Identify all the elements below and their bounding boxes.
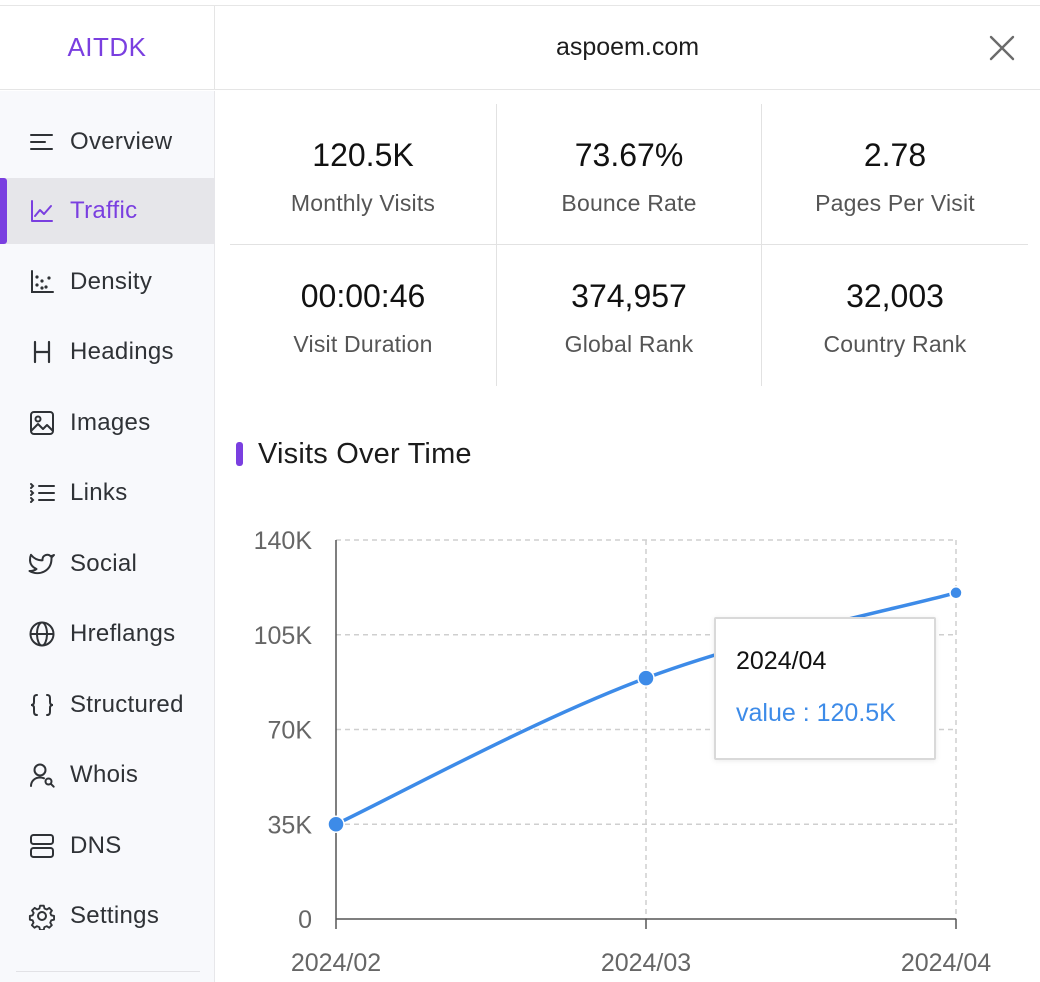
site-domain: aspoem.com bbox=[555, 33, 700, 61]
sidebar-item-settings[interactable]: Settings bbox=[0, 883, 215, 949]
sidebar-item-label: Social bbox=[70, 550, 138, 577]
stat-country-rank: 32,003 Country Rank bbox=[762, 245, 1028, 386]
sidebar-item-social[interactable]: Social bbox=[0, 531, 215, 597]
sidebar-item-headings[interactable]: Headings bbox=[0, 319, 215, 385]
scatter-dots-icon bbox=[26, 266, 58, 298]
brand-name: AITDK bbox=[67, 32, 147, 62]
line-chart-icon bbox=[26, 195, 58, 227]
stat-label: Visit Duration bbox=[293, 331, 433, 357]
sidebar-item-structured[interactable]: Structured bbox=[0, 672, 215, 738]
stat-value: 32,003 bbox=[846, 278, 944, 314]
user-search-icon bbox=[26, 759, 58, 791]
stat-value: 120.5K bbox=[312, 137, 414, 173]
sidebar-item-images[interactable]: Images bbox=[0, 390, 215, 456]
stat-pages-per-visit: 2.78 Pages Per Visit bbox=[762, 104, 1028, 245]
twitter-bird-icon bbox=[26, 548, 58, 580]
list-lines-icon bbox=[26, 126, 58, 158]
stat-value: 73.67% bbox=[574, 137, 684, 173]
y-tick-label: 0 bbox=[298, 906, 312, 934]
sidebar-item-label: Density bbox=[70, 268, 153, 295]
sidebar-item-dns[interactable]: DNS bbox=[0, 813, 215, 879]
sidebar-item-whois[interactable]: Whois bbox=[0, 742, 215, 808]
sidebar-item-label: DNS bbox=[70, 832, 122, 859]
x-tick-label: 2024/03 bbox=[601, 949, 691, 977]
sidebar-item-label: Hreflangs bbox=[70, 620, 176, 647]
data-point bbox=[637, 669, 655, 687]
y-tick-label: 105K bbox=[254, 622, 313, 650]
image-icon bbox=[26, 407, 58, 439]
server-icon bbox=[26, 830, 58, 862]
sidebar-item-hreflangs[interactable]: Hreflangs bbox=[0, 601, 215, 667]
braces-icon bbox=[26, 689, 58, 721]
stat-value: 2.78 bbox=[863, 137, 927, 173]
grid-divider bbox=[496, 104, 497, 386]
sidebar-item-label: Whois bbox=[70, 761, 139, 788]
sidebar-item-label: Structured bbox=[70, 691, 184, 718]
chart-tooltip: 2024/04 value : 120.5K bbox=[714, 617, 936, 760]
header-bar: aspoem.com bbox=[215, 6, 1040, 90]
stat-label: Country Rank bbox=[823, 331, 967, 357]
sidebar-item-overview[interactable]: Overview bbox=[0, 109, 215, 175]
section-header: Visits Over Time bbox=[236, 432, 472, 476]
brand-logo: AITDK bbox=[0, 6, 215, 90]
heading-h-icon bbox=[26, 336, 58, 368]
stat-value: 00:00:46 bbox=[300, 278, 426, 314]
sidebar-divider bbox=[16, 971, 200, 972]
stat-global-rank: 374,957 Global Rank bbox=[496, 245, 762, 386]
sidebar-item-label: Links bbox=[70, 479, 128, 506]
globe-icon bbox=[26, 618, 58, 650]
stat-label: Bounce Rate bbox=[561, 190, 697, 216]
sidebar-item-label: Headings bbox=[70, 338, 174, 365]
y-tick-label: 70K bbox=[268, 717, 313, 745]
x-tick-label: 2024/04 bbox=[901, 949, 991, 977]
stat-label: Pages Per Visit bbox=[815, 190, 975, 216]
sidebar-item-label: Images bbox=[70, 409, 151, 436]
x-tick-label: 2024/02 bbox=[291, 949, 381, 977]
stats-grid: 120.5K Monthly Visits 73.67% Bounce Rate… bbox=[230, 104, 1028, 386]
section-accent-bar bbox=[236, 442, 243, 466]
stat-bounce-rate: 73.67% Bounce Rate bbox=[496, 104, 762, 245]
tooltip-date: 2024/04 bbox=[736, 647, 827, 675]
y-tick-label: 35K bbox=[268, 811, 313, 839]
grid-divider bbox=[230, 244, 1028, 245]
y-tick-label: 140K bbox=[254, 527, 313, 555]
stat-value: 374,957 bbox=[571, 278, 687, 314]
sidebar-item-traffic[interactable]: Traffic bbox=[0, 178, 215, 244]
stat-label: Monthly Visits bbox=[290, 190, 436, 216]
sidebar: Overview Traffic Density Headings Images… bbox=[0, 91, 215, 982]
grid-divider bbox=[761, 104, 762, 386]
data-point bbox=[949, 586, 963, 600]
stat-monthly-visits: 120.5K Monthly Visits bbox=[230, 104, 496, 245]
data-point bbox=[327, 815, 345, 833]
list-bullets-icon bbox=[26, 477, 58, 509]
section-title: Visits Over Time bbox=[258, 437, 472, 470]
gear-icon bbox=[26, 900, 58, 932]
tooltip-value: value : 120.5K bbox=[736, 699, 896, 727]
sidebar-item-links[interactable]: Links bbox=[0, 460, 215, 526]
sidebar-item-density[interactable]: Density bbox=[0, 249, 215, 315]
sidebar-item-label: Traffic bbox=[70, 197, 138, 224]
stat-label: Global Rank bbox=[564, 331, 694, 357]
sidebar-item-label: Overview bbox=[70, 128, 173, 155]
stat-visit-duration: 00:00:46 Visit Duration bbox=[230, 245, 496, 386]
sidebar-item-label: Settings bbox=[70, 902, 160, 929]
close-icon[interactable] bbox=[986, 32, 1018, 64]
visits-chart[interactable]: 0 35K 70K 105K 140K 2024/02 2024/03 2024/04 202… bbox=[230, 500, 1030, 982]
